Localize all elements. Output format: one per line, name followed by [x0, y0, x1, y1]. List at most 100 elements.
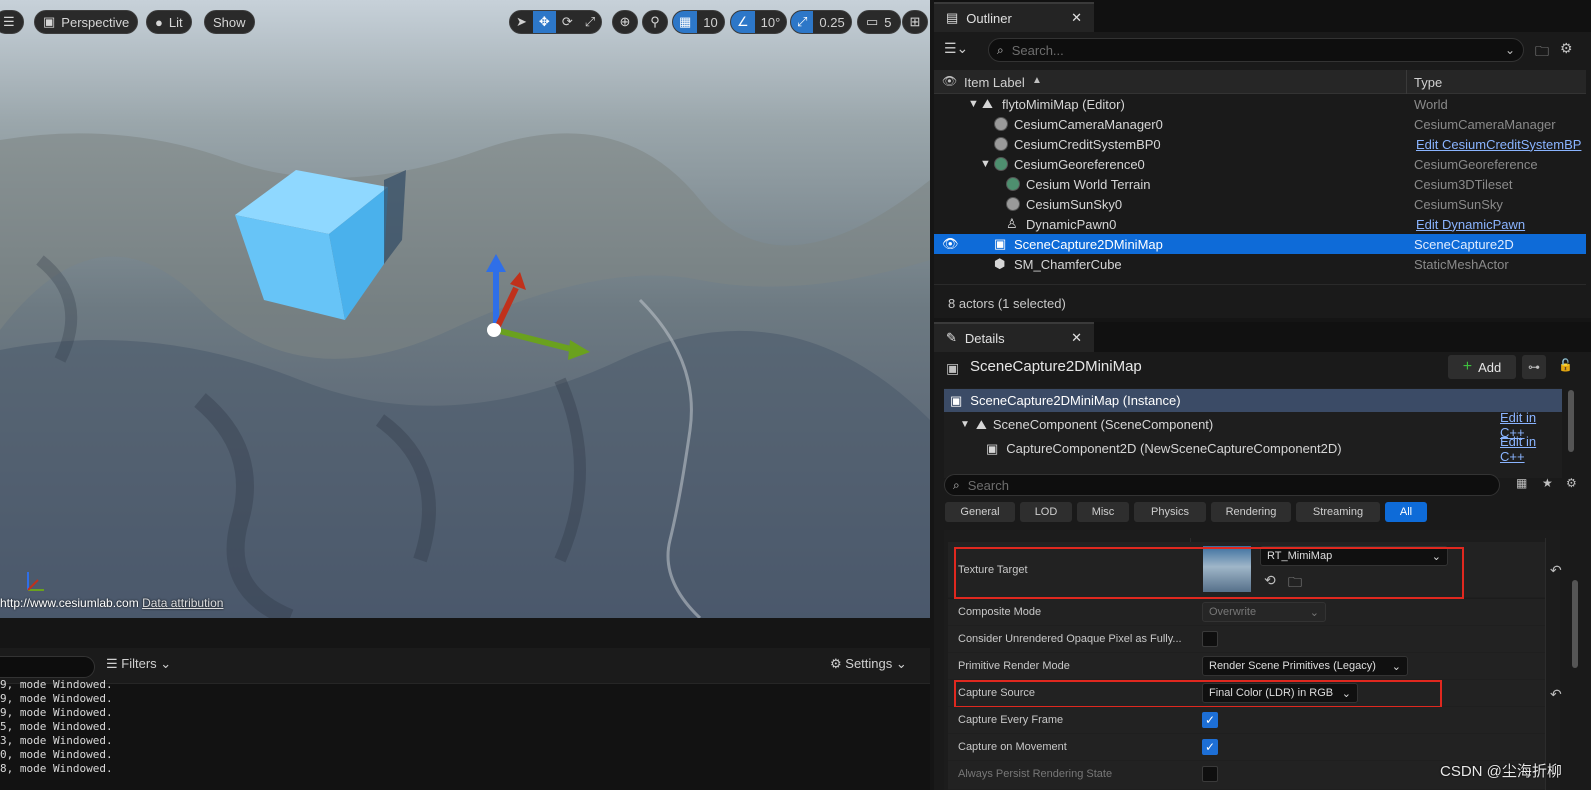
log-line: 3, mode Windowed. [0, 734, 113, 747]
cube-icon: ▣ [43, 14, 56, 29]
details-search-input[interactable]: ⌕ Search [944, 474, 1500, 496]
tab-outliner[interactable]: ▤ Outliner ✕ [934, 2, 1094, 32]
scale-snap-icon[interactable]: ⤢ [791, 11, 814, 33]
tree-row-world-terrain[interactable]: Cesium World Terrain Cesium3DTileset [934, 174, 1586, 194]
perspective-button[interactable]: ▣ Perspective [34, 10, 139, 34]
viewport-menu-button[interactable]: ☰ [0, 10, 24, 34]
details-scrollbar[interactable] [1572, 580, 1578, 668]
filter-rendering[interactable]: Rendering [1211, 502, 1291, 522]
lock-icon[interactable]: 🔓 [1558, 358, 1573, 372]
tree-row-georeference[interactable]: ▼ CesiumGeoreference0 CesiumGeoreference [934, 154, 1586, 174]
outliner-filter-button[interactable]: ☰⌄ [944, 40, 968, 57]
settings-button[interactable]: ⚙ Settings ⌄ [830, 656, 907, 672]
filter-lod[interactable]: LOD [1020, 502, 1072, 522]
log-line: 5, mode Windowed. [0, 720, 113, 733]
tree-row-credit-system[interactable]: CesiumCreditSystemBP0 Edit CesiumCreditS… [934, 134, 1586, 154]
filter-streaming[interactable]: Streaming [1296, 502, 1380, 522]
tree-row-dynamic-pawn[interactable]: ♙ DynamicPawn0 Edit DynamicPawn [934, 214, 1586, 234]
add-component-button[interactable]: + Add [1448, 355, 1516, 379]
tree-row-world[interactable]: ▼ ⛰ flytoMimiMap (Editor) World [934, 94, 1586, 114]
blueprint-button[interactable]: ⊶ [1522, 355, 1546, 379]
edit-in-cpp-link[interactable]: Edit in C++ [1500, 434, 1562, 464]
tree-row-sun-sky[interactable]: CesiumSunSky0 CesiumSunSky [934, 194, 1586, 214]
consider-unrendered-checkbox[interactable] [1202, 631, 1218, 647]
prop-primitive-render-mode: Primitive Render Mode Render Scene Primi… [948, 653, 1545, 680]
rotate-icon[interactable]: ⟳ [556, 11, 579, 33]
prop-capture-every-frame: Capture Every Frame ✓ [948, 707, 1545, 734]
rotation-snap-group[interactable]: ∠ 10° [730, 10, 788, 34]
tree-row-chamfer-cube[interactable]: ⬢ SM_ChamferCube StaticMeshActor [934, 254, 1586, 274]
filter-all[interactable]: All [1385, 502, 1427, 522]
log-line: 8, mode Windowed. [0, 762, 113, 775]
eye-icon[interactable]: 👁 [942, 236, 959, 252]
component-row-capture[interactable]: ▣ CaptureComponent2D (NewSceneCaptureCom… [944, 434, 1562, 464]
collapse-arrow-icon[interactable]: ▼ [980, 158, 991, 170]
composite-mode-dropdown[interactable]: Overwrite ⌄ [1202, 602, 1326, 622]
show-button[interactable]: Show [204, 10, 255, 34]
add-folder-icon[interactable]: 🗀 [1535, 41, 1549, 65]
grid-snap-value[interactable]: 10 [697, 11, 723, 33]
close-icon[interactable]: ✕ [1071, 10, 1082, 26]
scale-snap-group[interactable]: ⤢ 0.25 [790, 10, 852, 34]
rotation-snap-value[interactable]: 10° [755, 11, 787, 33]
filter-icon: ☰⌄ [944, 40, 969, 56]
filter-misc[interactable]: Misc [1077, 502, 1129, 522]
level-viewport[interactable]: ☰ ▣ Perspective ● Lit Show ➤ ✥ ⟳ ⤢ ⊕ ⚲ ▦ 1… [0, 0, 930, 618]
tree-row-scene-capture[interactable]: 👁 ▣ SceneCapture2DMiniMap SceneCapture2D [934, 234, 1586, 254]
star-icon[interactable]: ★ [1542, 476, 1553, 490]
component-row-instance[interactable]: ▣ SceneCapture2DMiniMap (Instance) [944, 389, 1562, 412]
scale-snap-value[interactable]: 0.25 [813, 11, 850, 33]
capture-on-movement-checkbox[interactable]: ✓ [1202, 739, 1218, 755]
layout-button[interactable]: ⊞ [902, 10, 928, 34]
scale-icon[interactable]: ⤢ [579, 11, 601, 33]
camera-icon: ▭ [866, 14, 879, 29]
angle-icon[interactable]: ∠ [731, 11, 755, 33]
translate-icon[interactable]: ✥ [532, 11, 556, 33]
eye-icon[interactable]: 👁 [942, 74, 957, 88]
scene-capture-icon: ▣ [994, 236, 1007, 251]
actor-icon [994, 137, 1008, 151]
filters-button[interactable]: ☰ Filters ⌄ [106, 656, 171, 672]
table-view-icon[interactable]: ▦ [1516, 476, 1527, 490]
always-persist-checkbox[interactable] [1202, 766, 1218, 782]
select-icon[interactable]: ➤ [510, 11, 533, 33]
filter-physics[interactable]: Physics [1134, 502, 1206, 522]
grid-snap-group[interactable]: ▦ 10 [672, 10, 725, 34]
capture-every-frame-checkbox[interactable]: ✓ [1202, 712, 1218, 728]
log-search-input[interactable] [0, 656, 95, 678]
actor-icon [994, 117, 1008, 131]
outliner-search-input[interactable]: ⌕ Search... ⌄ [988, 38, 1524, 62]
chevron-down-icon: ⌄ [1309, 606, 1319, 619]
data-attribution-link[interactable]: Data attribution [142, 596, 223, 610]
filter-general[interactable]: General [945, 502, 1015, 522]
collapse-arrow-icon[interactable]: ▼ [968, 98, 979, 110]
reset-arrow-icon[interactable]: ↶ [1550, 562, 1562, 579]
component-scrollbar[interactable] [1568, 390, 1574, 452]
output-log: 9, mode Windowed. 9, mode Windowed. 9, m… [0, 678, 930, 790]
actor-icon [1006, 197, 1020, 211]
divider [934, 284, 1586, 285]
actor-name: SceneCapture2DMiniMap [970, 358, 1142, 375]
component-row-scene[interactable]: ▼ ⛰ SceneComponent (SceneComponent) Edit… [944, 410, 1562, 440]
grid-icon[interactable]: ▦ [673, 11, 698, 33]
gear-icon[interactable]: ⚙ [1560, 40, 1573, 57]
search-icon: ⌕ [953, 477, 960, 492]
outliner-icon: ▤ [946, 10, 959, 25]
view-mode-button[interactable]: ● Lit [146, 10, 192, 34]
edit-blueprint-link[interactable]: Edit CesiumCreditSystemBP [1416, 137, 1581, 152]
reset-arrow-icon[interactable]: ↶ [1550, 686, 1562, 703]
terrain-scene [0, 0, 930, 618]
surface-snap-button[interactable]: ⚲ [642, 10, 668, 34]
column-type[interactable]: Type [1414, 75, 1442, 90]
close-icon[interactable]: ✕ [1071, 330, 1082, 346]
camera-speed-button[interactable]: ▭ 5 [857, 10, 901, 34]
edit-blueprint-link[interactable]: Edit DynamicPawn [1416, 217, 1525, 232]
scene-component-icon: ⛰ [975, 416, 987, 432]
collapse-arrow-icon[interactable]: ▼ [960, 419, 970, 430]
tab-details[interactable]: ✎ Details ✕ [934, 322, 1094, 352]
gear-icon[interactable]: ⚙ [1566, 476, 1577, 490]
column-item-label[interactable]: Item Label [964, 75, 1025, 90]
tree-row-camera-manager[interactable]: CesiumCameraManager0 CesiumCameraManager [934, 114, 1586, 134]
primitive-render-mode-dropdown[interactable]: Render Scene Primitives (Legacy) ⌄ [1202, 656, 1408, 676]
world-local-button[interactable]: ⊕ [612, 10, 638, 34]
